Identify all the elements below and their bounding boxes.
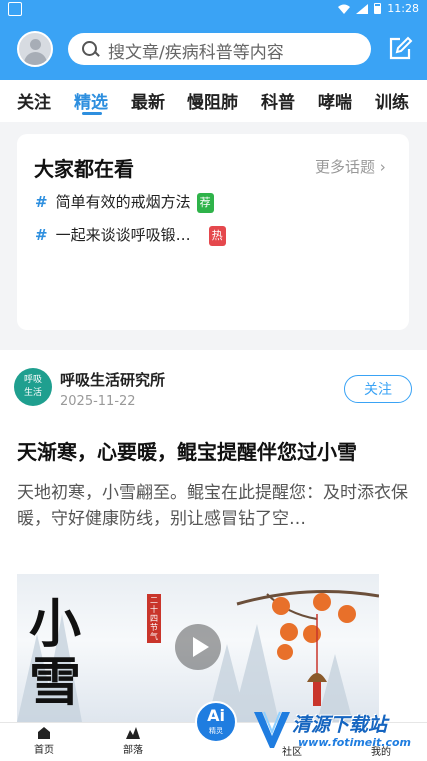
watermark-url: www.fotimeit.com	[298, 736, 412, 749]
post-card[interactable]: 呼吸 生活 呼吸生活研究所 2025-11-22 关注 天渐寒，心要暖，鲲宝提醒…	[0, 350, 427, 722]
avatar-head	[30, 39, 41, 50]
hash-icon: #	[35, 193, 48, 211]
play-icon[interactable]	[175, 624, 221, 670]
follow-button[interactable]: 关注	[344, 375, 412, 403]
ai-assistant-button[interactable]: Ai 精灵	[195, 701, 237, 743]
search-icon	[82, 41, 97, 56]
tab-featured[interactable]: 精选	[74, 88, 108, 113]
nav-tribe[interactable]: 部落	[113, 727, 153, 756]
search-input[interactable]: 搜文章/疾病科普等内容	[68, 33, 371, 65]
status-icons: 11:28	[338, 2, 419, 15]
trending-section: 大家都在看 更多话题 › # 简单有效的戒烟方法荐 # 一起来谈谈呼吸锻… 热	[0, 122, 427, 348]
mountain-icon	[126, 727, 140, 739]
trending-title: 大家都在看	[34, 157, 134, 181]
active-tab-indicator	[82, 112, 102, 115]
nav-home-label: 首页	[34, 745, 54, 756]
category-tabs: 关注 精选 最新 慢阻肺 科普 哮喘 训练	[0, 80, 427, 122]
signal-icon	[356, 3, 369, 14]
author-logo-text: 呼吸 生活	[23, 375, 42, 398]
ai-label: Ai	[207, 706, 225, 725]
solar-term-stamp: 二十四节气	[147, 594, 161, 643]
nav-tribe-label: 部落	[123, 745, 143, 756]
tab-training[interactable]: 训练	[375, 88, 409, 113]
status-time: 11:28	[387, 2, 419, 15]
post-title[interactable]: 天渐寒，心要暖，鲲宝提醒伴您过小雪	[17, 436, 357, 465]
tab-follow[interactable]: 关注	[17, 88, 51, 113]
hash-icon: #	[35, 226, 48, 244]
notification-icon	[8, 2, 22, 16]
ai-sublabel: 精灵	[209, 727, 223, 735]
edit-icon[interactable]	[387, 36, 413, 62]
author-name[interactable]: 呼吸生活研究所	[60, 369, 165, 390]
tab-copd[interactable]: 慢阻肺	[187, 88, 238, 113]
tab-science[interactable]: 科普	[261, 88, 295, 113]
home-icon	[38, 727, 50, 739]
more-topics-link[interactable]: 更多话题 ›	[315, 156, 386, 177]
app-header: 搜文章/疾病科普等内容	[0, 18, 427, 80]
site-watermark: 清源下载站 www.fotimeit.com	[252, 706, 422, 758]
nav-home[interactable]: 首页	[24, 727, 64, 756]
battery-icon	[374, 3, 382, 14]
wifi-icon	[338, 4, 351, 14]
search-placeholder: 搜文章/疾病科普等内容	[108, 43, 284, 63]
topic-text: 一起来谈谈呼吸锻…	[55, 226, 191, 244]
hot-badge: 热	[208, 225, 226, 246]
avatar[interactable]	[17, 31, 53, 67]
status-bar: 11:28	[0, 0, 427, 18]
calligraphy-title: 小雪	[29, 594, 82, 713]
watermark-title: 清源下载站	[292, 714, 388, 736]
trending-card: 大家都在看 更多话题 › # 简单有效的戒烟方法荐 # 一起来谈谈呼吸锻… 热	[17, 134, 409, 330]
recommend-badge: 荐	[196, 192, 214, 213]
watermark-logo-icon	[254, 711, 290, 748]
tab-latest[interactable]: 最新	[131, 88, 165, 113]
post-excerpt: 天地初寒，小雪翩至。鲲宝在此提醒您：及时添衣保暖，守好健康防线，别让感冒钻了空…	[17, 483, 408, 529]
avatar-body	[24, 52, 47, 65]
post-date: 2025-11-22	[60, 394, 136, 409]
topic-item[interactable]: # 简单有效的戒烟方法荐	[35, 191, 214, 213]
author-logo[interactable]: 呼吸 生活	[14, 368, 52, 406]
topic-text: 简单有效的戒烟方法	[55, 193, 191, 211]
tab-asthma[interactable]: 哮喘	[318, 88, 352, 113]
post-video-thumbnail[interactable]: 小雪 二十四节气	[17, 574, 379, 722]
topic-item[interactable]: # 一起来谈谈呼吸锻… 热	[35, 224, 226, 246]
